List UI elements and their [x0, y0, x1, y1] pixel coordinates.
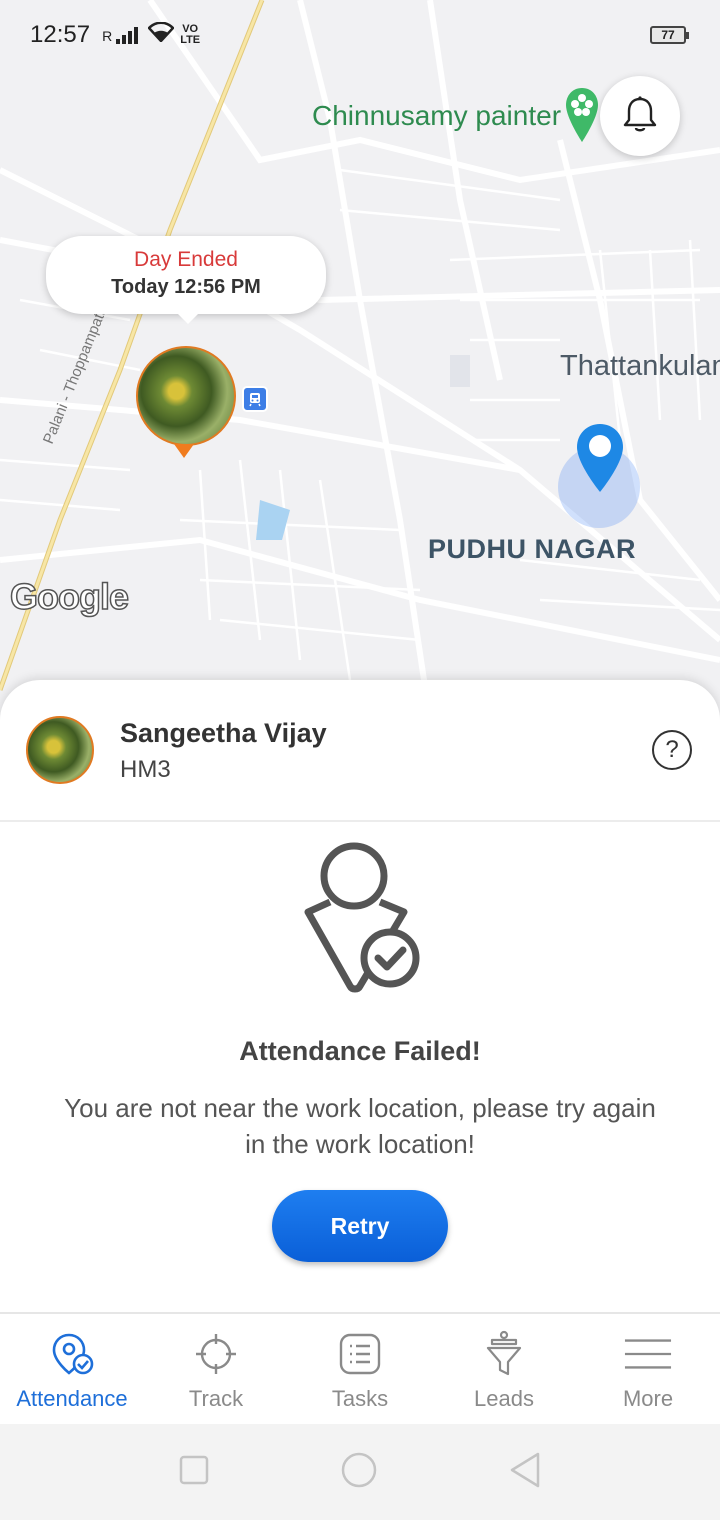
- nav-track[interactable]: Track: [144, 1314, 288, 1424]
- volte-icon: VO LTE: [180, 24, 200, 46]
- retry-button[interactable]: Retry: [272, 1190, 448, 1262]
- google-logo: Google: [9, 575, 130, 618]
- user-info-row: Sangeetha Vijay HM3 ?: [0, 680, 720, 822]
- nav-attendance[interactable]: Attendance: [0, 1314, 144, 1424]
- day-status-time: Today 12:56 PM: [111, 276, 261, 298]
- recents-square-icon[interactable]: [178, 1454, 210, 1491]
- nav-leads[interactable]: Leads: [432, 1314, 576, 1424]
- status-bar: 12:57 R VO LTE 77: [0, 0, 720, 70]
- poi-label[interactable]: Chinnusamy painter: [312, 100, 561, 132]
- attendance-failed-title: Attendance Failed!: [239, 1036, 481, 1066]
- nav-track-label: Track: [188, 1386, 244, 1411]
- nav-tasks-label: Tasks: [331, 1386, 389, 1411]
- notification-button[interactable]: [600, 76, 680, 156]
- day-status-bubble[interactable]: Day Ended Today 12:56 PM: [46, 236, 326, 324]
- battery-icon: 77: [650, 26, 689, 44]
- crosshair-icon: [192, 1330, 240, 1378]
- bottom-nav: Attendance Track Tasks Leads More: [0, 1312, 720, 1424]
- menu-lines-icon: [624, 1330, 672, 1378]
- place-label-pudhu-nagar: PUDHU NAGAR: [428, 534, 636, 564]
- back-triangle-icon[interactable]: [508, 1451, 542, 1494]
- attendance-sheet: Sangeetha Vijay HM3 ? Attendance Failed!…: [0, 680, 720, 1312]
- home-circle-icon[interactable]: [340, 1451, 378, 1494]
- user-code: HM3: [120, 756, 171, 783]
- signal-icon: R: [102, 26, 139, 44]
- attendance-failed-message: You are not near the work location, plea…: [64, 1093, 656, 1159]
- nav-more[interactable]: More: [576, 1314, 720, 1424]
- poi-flower-pin-icon[interactable]: [564, 86, 600, 149]
- location-pin-icon[interactable]: [575, 422, 625, 499]
- tasks-list-icon: [336, 1330, 384, 1378]
- nav-attendance-label: Attendance: [16, 1386, 128, 1411]
- avatar[interactable]: [26, 716, 94, 784]
- wifi-icon: [147, 21, 175, 49]
- nav-more-label: More: [622, 1386, 674, 1411]
- user-location-marker[interactable]: [136, 346, 236, 446]
- day-status-text: Day Ended: [134, 248, 238, 271]
- place-label-thattankulam: Thattankulam: [560, 350, 720, 382]
- attendance-pin-icon: [48, 1330, 96, 1378]
- nav-leads-label: Leads: [474, 1386, 534, 1411]
- help-button[interactable]: ?: [652, 730, 692, 770]
- signal-label: R: [102, 27, 113, 44]
- marker-tip-icon: [174, 444, 194, 458]
- user-check-illustration-icon: [300, 840, 430, 1005]
- status-time: 12:57: [30, 21, 91, 48]
- bell-icon: [622, 95, 658, 138]
- user-name: Sangeetha Vijay: [120, 718, 327, 748]
- map-view[interactable]: Palani - Thoppampatti - Dharap Chinnusam…: [0, 0, 720, 720]
- system-nav-bar: [0, 1424, 720, 1520]
- volte-bottom: LTE: [180, 34, 201, 46]
- train-station-icon[interactable]: [242, 386, 268, 412]
- funnel-icon: [480, 1330, 528, 1378]
- nav-tasks[interactable]: Tasks: [288, 1314, 432, 1424]
